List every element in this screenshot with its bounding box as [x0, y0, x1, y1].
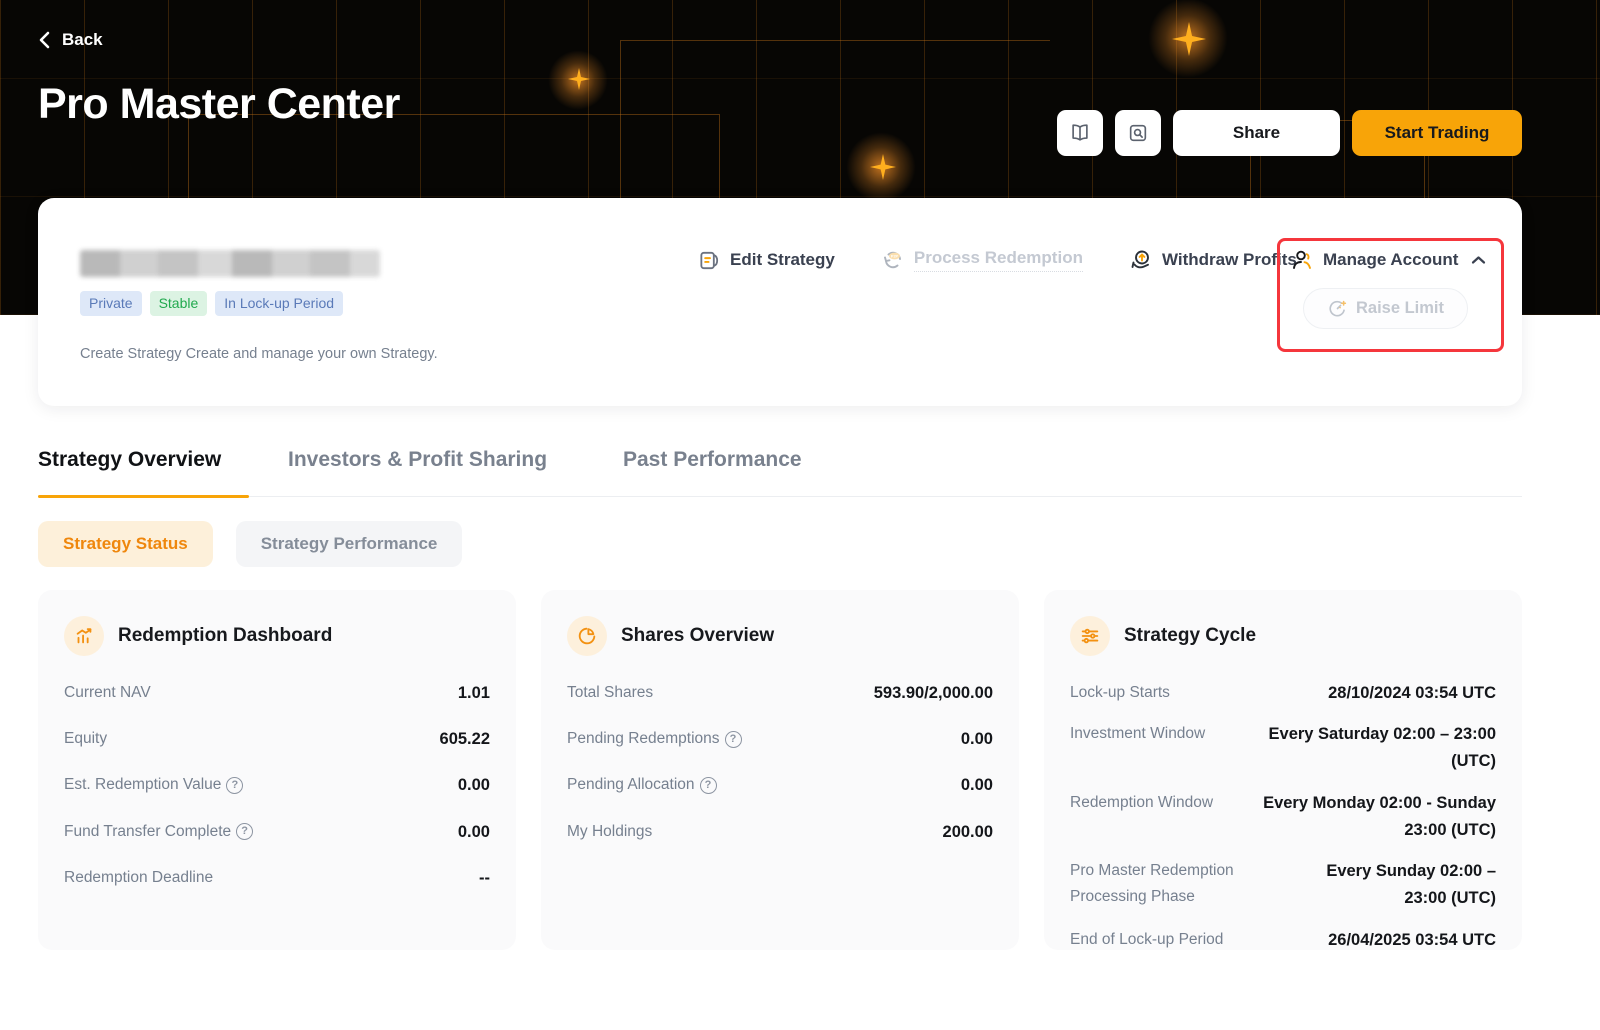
stat-row: Redemption Deadline -- [64, 868, 490, 887]
badge-private: Private [80, 291, 142, 316]
pro-master-center-page: Back Pro Master Center Share Start Tradi… [0, 0, 1600, 1030]
main-tabs: Strategy Overview Investors & Profit Sha… [38, 448, 1522, 498]
magnifier-document-icon [1127, 122, 1149, 144]
stat-cards: Redemption Dashboard Current NAV 1.01 Eq… [38, 590, 1522, 950]
active-tab-underline [38, 495, 249, 498]
stat-row: Pending Allocation 0.00 [567, 772, 993, 799]
share-button[interactable]: Share [1173, 110, 1340, 156]
tab-investors-profit-sharing[interactable]: Investors & Profit Sharing [288, 448, 547, 472]
strategy-profile-card: Private Stable In Lock-up Period Create … [38, 198, 1522, 406]
help-icon[interactable] [236, 823, 254, 841]
manage-account-block: Manage Account Raise Limit [1290, 248, 1486, 329]
hero-toolbar: Share Start Trading [1057, 110, 1522, 156]
gauge-plus-icon [1327, 298, 1348, 319]
process-redemption-label: Process Redemption [913, 248, 1083, 272]
p2p-refresh-icon: P2P [881, 248, 905, 272]
help-icon[interactable] [724, 730, 742, 748]
raise-limit-label: Raise Limit [1355, 299, 1445, 317]
subtab-strategy-status[interactable]: Strategy Status [38, 521, 213, 567]
badge-lockup-period: In Lock-up Period [215, 291, 344, 316]
person-icon [1290, 248, 1314, 272]
stat-row: Fund Transfer Complete 0.00 [64, 819, 490, 846]
stat-row: Total Shares 593.90/2,000.00 [567, 684, 993, 702]
edit-strategy-button[interactable]: Edit Strategy [698, 249, 835, 272]
withdraw-profits-button[interactable]: Withdraw Profits [1129, 248, 1297, 272]
raise-limit-button[interactable]: Raise Limit [1303, 288, 1468, 329]
stat-row: Redemption Window Every Monday 02:00 - S… [1070, 793, 1496, 839]
guide-book-button[interactable] [1057, 110, 1103, 156]
stat-row: Pending Redemptions 0.00 [567, 726, 993, 753]
hand-coin-icon [1129, 248, 1153, 272]
strategy-actions: Edit Strategy P2P Process Redemption Wit… [698, 248, 1297, 272]
stat-row: End of Lock-up Period 26/04/2025 03:54 U… [1070, 930, 1496, 949]
manage-account-label: Manage Account [1323, 250, 1459, 269]
manage-account-button[interactable]: Manage Account [1290, 248, 1486, 272]
start-trading-button[interactable]: Start Trading [1352, 110, 1522, 156]
tab-past-performance[interactable]: Past Performance [623, 448, 802, 472]
strategy-description: Create Strategy Create and manage your o… [80, 346, 438, 362]
help-icon[interactable] [226, 777, 244, 795]
card-title: Redemption Dashboard [118, 625, 333, 646]
edit-document-icon [698, 249, 721, 272]
stat-row: Investment Window Every Saturday 02:00 –… [1070, 725, 1496, 771]
back-label: Back [62, 30, 103, 49]
stat-row: Est. Redemption Value 0.00 [64, 772, 490, 799]
badge-row: Private Stable In Lock-up Period [80, 291, 344, 316]
stat-row: My Holdings 200.00 [567, 822, 993, 841]
strategy-cycle-card: Strategy Cycle Lock-up Starts 28/10/2024… [1044, 590, 1522, 950]
edit-strategy-label: Edit Strategy [730, 250, 835, 269]
stat-row: Current NAV 1.01 [64, 684, 490, 702]
stat-row: Lock-up Starts 28/10/2024 03:54 UTC [1070, 684, 1496, 702]
badge-stable: Stable [149, 291, 208, 316]
preview-search-button[interactable] [1115, 110, 1161, 156]
card-title: Strategy Cycle [1124, 625, 1257, 646]
stat-row: Pro Master Redemption Processing Phase E… [1070, 862, 1496, 908]
stat-row: Equity 605.22 [64, 730, 490, 749]
redemption-dashboard-card: Redemption Dashboard Current NAV 1.01 Eq… [38, 590, 516, 950]
back-chevron-icon [38, 31, 52, 49]
process-redemption-button[interactable]: P2P Process Redemption [881, 248, 1083, 272]
page-title: Pro Master Center [38, 80, 400, 128]
tab-strategy-overview[interactable]: Strategy Overview [38, 448, 221, 472]
subtab-strategy-performance[interactable]: Strategy Performance [235, 521, 463, 567]
shares-overview-card: Shares Overview Total Shares 593.90/2,00… [541, 590, 1019, 950]
pie-chart-icon [567, 616, 607, 656]
svg-text:P2P: P2P [891, 254, 899, 258]
card-title: Shares Overview [621, 625, 775, 646]
book-icon [1069, 122, 1091, 144]
help-icon[interactable] [699, 777, 717, 795]
bar-chart-up-icon [64, 616, 104, 656]
sliders-icon [1070, 616, 1110, 656]
withdraw-profits-label: Withdraw Profits [1161, 250, 1297, 269]
subtab-pills: Strategy Status Strategy Performance [38, 521, 463, 567]
back-button[interactable]: Back [38, 30, 103, 50]
strategy-name-redacted [80, 250, 380, 277]
chevron-up-icon [1471, 255, 1486, 265]
